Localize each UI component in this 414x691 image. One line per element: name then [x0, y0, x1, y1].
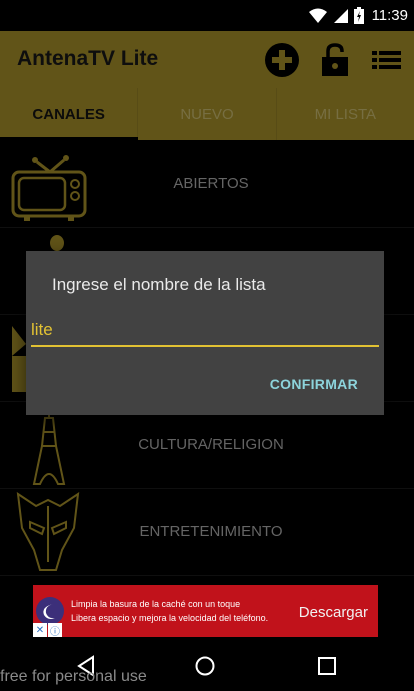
dialog-title: Ingrese el nombre de la lista [52, 275, 266, 294]
ad-download-button[interactable]: Descargar [299, 604, 368, 621]
status-time: 11:39 [371, 7, 408, 24]
recents-icon[interactable] [316, 655, 338, 677]
moon-icon [43, 604, 55, 619]
new-list-dialog: Ingrese el nombre de la lista CONFIRMAR [26, 251, 384, 415]
list-name-input[interactable] [31, 317, 379, 347]
ad-info-icon[interactable]: ⓘ [48, 623, 62, 638]
status-bar: 11:39 [0, 0, 414, 31]
battery-icon [354, 7, 364, 24]
home-icon[interactable] [194, 655, 216, 677]
ad-text-line2: Libera espacio y mejora la velocidad del… [71, 613, 269, 623]
ad-banner[interactable]: Limpia la basura de la caché con un toqu… [33, 585, 378, 638]
watermark-text: free for personal use [0, 668, 147, 685]
ad-app-logo [36, 597, 64, 625]
ad-text-line1: Limpia la basura de la caché con un toqu… [71, 599, 241, 609]
wifi-icon [309, 8, 327, 23]
ad-close-icon[interactable]: ✕ [33, 623, 47, 637]
confirm-button[interactable]: CONFIRMAR [270, 376, 358, 392]
ad-choices: ✕ ⓘ [33, 623, 62, 638]
signal-icon [334, 8, 348, 23]
